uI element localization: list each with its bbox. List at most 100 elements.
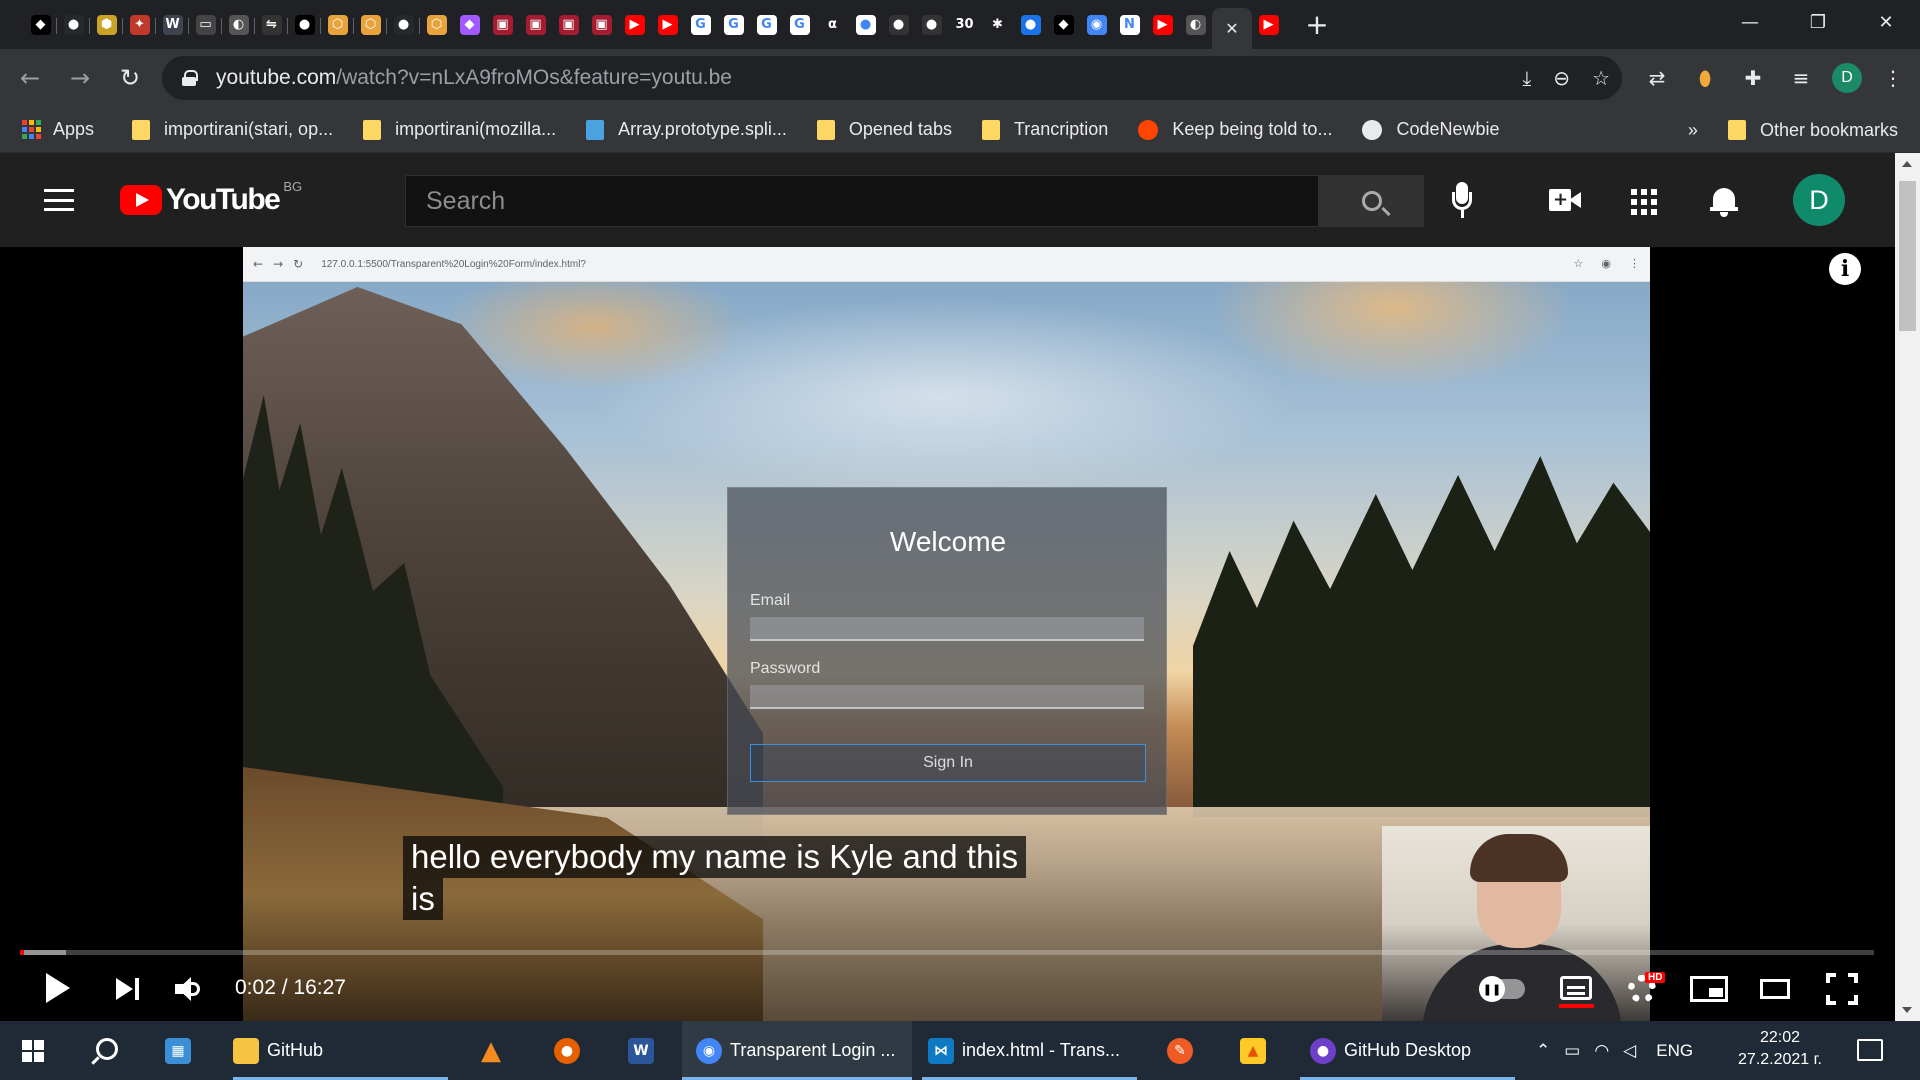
browser-tab[interactable]: ◆ bbox=[1047, 8, 1080, 42]
language-indicator[interactable]: ENG bbox=[1656, 1041, 1693, 1061]
browser-tab[interactable]: ● bbox=[849, 8, 882, 42]
progress-bar[interactable] bbox=[20, 950, 1874, 955]
browser-tab[interactable]: G bbox=[684, 8, 717, 42]
zoom-icon[interactable]: ⊖ bbox=[1553, 66, 1570, 90]
browser-tab[interactable]: ● bbox=[1014, 8, 1047, 42]
browser-tab[interactable]: ▭ bbox=[189, 8, 222, 42]
browser-tab[interactable]: ◐ bbox=[1179, 8, 1212, 42]
taskbar-item-chrome[interactable]: ◉ Transparent Login ... bbox=[682, 1021, 912, 1080]
subtitles-icon[interactable] bbox=[1560, 976, 1592, 1000]
browser-tab[interactable]: G bbox=[717, 8, 750, 42]
browser-tab[interactable]: ⬡ bbox=[321, 8, 354, 42]
browser-tab[interactable]: ▣ bbox=[486, 8, 519, 42]
scroll-down-icon[interactable] bbox=[1902, 1007, 1912, 1013]
browser-tab[interactable]: ◆ bbox=[24, 8, 57, 42]
bookmark-item[interactable]: Keep being told to... bbox=[1138, 119, 1332, 140]
browser-tab[interactable]: α bbox=[816, 8, 849, 42]
taskbar-item-github-desktop[interactable]: ● GitHub Desktop bbox=[1300, 1021, 1515, 1080]
browser-tab[interactable]: ◐ bbox=[222, 8, 255, 42]
browser-tab[interactable]: ⬡ bbox=[354, 8, 387, 42]
translate-extension-icon[interactable]: ⇄ bbox=[1640, 61, 1674, 95]
browser-tab[interactable]: ✦ bbox=[123, 8, 156, 42]
taskbar-control-panel[interactable]: ▦ bbox=[165, 1021, 205, 1080]
close-tab-icon[interactable]: ✕ bbox=[1225, 19, 1238, 38]
bookmark-apps[interactable]: Apps bbox=[22, 119, 94, 140]
fullscreen-icon[interactable] bbox=[1826, 973, 1858, 1005]
browser-tab[interactable]: ● bbox=[882, 8, 915, 42]
browser-tab[interactable]: ● bbox=[57, 8, 90, 42]
browser-tab[interactable]: ● bbox=[387, 8, 420, 42]
bookmark-item[interactable]: importirani(stari, op... bbox=[132, 119, 333, 140]
reload-button[interactable]: ↻ bbox=[110, 58, 150, 98]
taskbar-vlc[interactable]: ▲ bbox=[478, 1021, 518, 1080]
taskbar-clock[interactable]: 22:02 27.2.2021 г. bbox=[1735, 1027, 1825, 1071]
chevron-up-icon[interactable]: ⌃ bbox=[1536, 1041, 1550, 1061]
other-bookmarks[interactable]: Other bookmarks bbox=[1727, 120, 1898, 141]
address-bar-url[interactable]: youtube.com/watch?v=nLxA9froMOs&feature=… bbox=[216, 66, 732, 90]
next-icon[interactable] bbox=[116, 978, 142, 1000]
taskbar-firefox[interactable]: ● bbox=[554, 1021, 594, 1080]
bookmark-item[interactable]: importirani(mozilla... bbox=[363, 119, 556, 140]
star-icon[interactable]: ☆ bbox=[1592, 66, 1610, 90]
browser-tab[interactable]: N bbox=[1113, 8, 1146, 42]
page-scrollbar[interactable] bbox=[1895, 153, 1920, 1021]
play-icon[interactable] bbox=[46, 973, 70, 1003]
info-icon[interactable]: i bbox=[1829, 253, 1861, 285]
minimize-button[interactable]: — bbox=[1716, 0, 1784, 44]
browser-tab[interactable]: ▶ bbox=[651, 8, 684, 42]
menu-kebab-icon[interactable]: ⋮ bbox=[1876, 61, 1910, 95]
theater-mode-icon[interactable] bbox=[1760, 979, 1790, 999]
media-control-icon[interactable]: ≡ bbox=[1784, 61, 1818, 95]
taskbar-firebase[interactable]: ▲ bbox=[1240, 1021, 1280, 1080]
scroll-up-icon[interactable] bbox=[1902, 161, 1912, 167]
more-bookmarks-button[interactable]: » bbox=[1688, 120, 1698, 141]
forward-button[interactable]: → bbox=[60, 58, 100, 98]
autoplay-toggle[interactable]: ❚❚ bbox=[1479, 976, 1525, 1002]
bookmark-item[interactable]: Array.prototype.spli... bbox=[586, 119, 787, 140]
browser-tab[interactable]: G bbox=[750, 8, 783, 42]
close-window-button[interactable]: ✕ bbox=[1852, 0, 1920, 44]
browser-tab[interactable]: ▶ bbox=[1252, 8, 1285, 42]
install-icon[interactable]: ⤓ bbox=[1522, 66, 1531, 90]
notification-center-icon[interactable] bbox=[1857, 1039, 1883, 1061]
wifi-icon[interactable]: ◠ bbox=[1594, 1041, 1609, 1061]
bookmark-item[interactable]: Opened tabs bbox=[816, 119, 952, 140]
taskbar-item-vscode[interactable]: ⋈ index.html - Trans... bbox=[922, 1021, 1137, 1080]
create-video-icon[interactable]: + bbox=[1549, 189, 1581, 211]
browser-tab[interactable]: ▣ bbox=[519, 8, 552, 42]
youtube-logo[interactable]: YouTube BG bbox=[120, 179, 302, 217]
taskbar-search-icon[interactable] bbox=[96, 1038, 118, 1060]
browser-tab[interactable]: G bbox=[783, 8, 816, 42]
browser-tab[interactable]: ✱ bbox=[981, 8, 1014, 42]
browser-tab[interactable]: ⬡ bbox=[420, 8, 453, 42]
notifications-bell-icon[interactable] bbox=[1710, 185, 1738, 217]
active-tab[interactable]: ✕ bbox=[1212, 8, 1252, 49]
search-input[interactable] bbox=[406, 176, 1318, 226]
puzzle-icon[interactable]: ✚ bbox=[1736, 61, 1770, 95]
browser-tab[interactable]: ▣ bbox=[585, 8, 618, 42]
volume-icon[interactable] bbox=[175, 976, 205, 1002]
miniplayer-icon[interactable] bbox=[1690, 976, 1728, 1002]
honey-extension-icon[interactable]: ⬮ bbox=[1688, 61, 1722, 95]
restore-button[interactable]: ❐ bbox=[1784, 0, 1852, 44]
search-button[interactable] bbox=[1319, 175, 1424, 227]
taskbar-word[interactable]: W bbox=[628, 1021, 668, 1080]
browser-tab[interactable]: ◆ bbox=[453, 8, 486, 42]
microphone-icon[interactable] bbox=[1450, 182, 1474, 220]
profile-avatar[interactable]: D bbox=[1832, 63, 1862, 93]
hamburger-menu-icon[interactable] bbox=[44, 189, 74, 211]
bookmark-item[interactable]: Trancription bbox=[981, 119, 1108, 140]
taskbar-postman[interactable]: ✎ bbox=[1167, 1021, 1207, 1080]
apps-icon[interactable] bbox=[1631, 189, 1657, 215]
battery-icon[interactable]: ▭ bbox=[1564, 1041, 1580, 1061]
browser-tab[interactable]: ▶ bbox=[618, 8, 651, 42]
scrollbar-thumb[interactable] bbox=[1899, 181, 1916, 331]
bookmark-item[interactable]: CodeNewbie bbox=[1362, 119, 1500, 140]
browser-tab[interactable]: ⇋ bbox=[255, 8, 288, 42]
account-avatar[interactable]: D bbox=[1793, 174, 1845, 226]
browser-tab[interactable]: ⬢ bbox=[90, 8, 123, 42]
browser-tab[interactable]: 30 bbox=[948, 8, 981, 42]
browser-tab[interactable]: ● bbox=[915, 8, 948, 42]
browser-tab[interactable]: ▣ bbox=[552, 8, 585, 42]
windows-start-icon[interactable] bbox=[22, 1040, 44, 1062]
